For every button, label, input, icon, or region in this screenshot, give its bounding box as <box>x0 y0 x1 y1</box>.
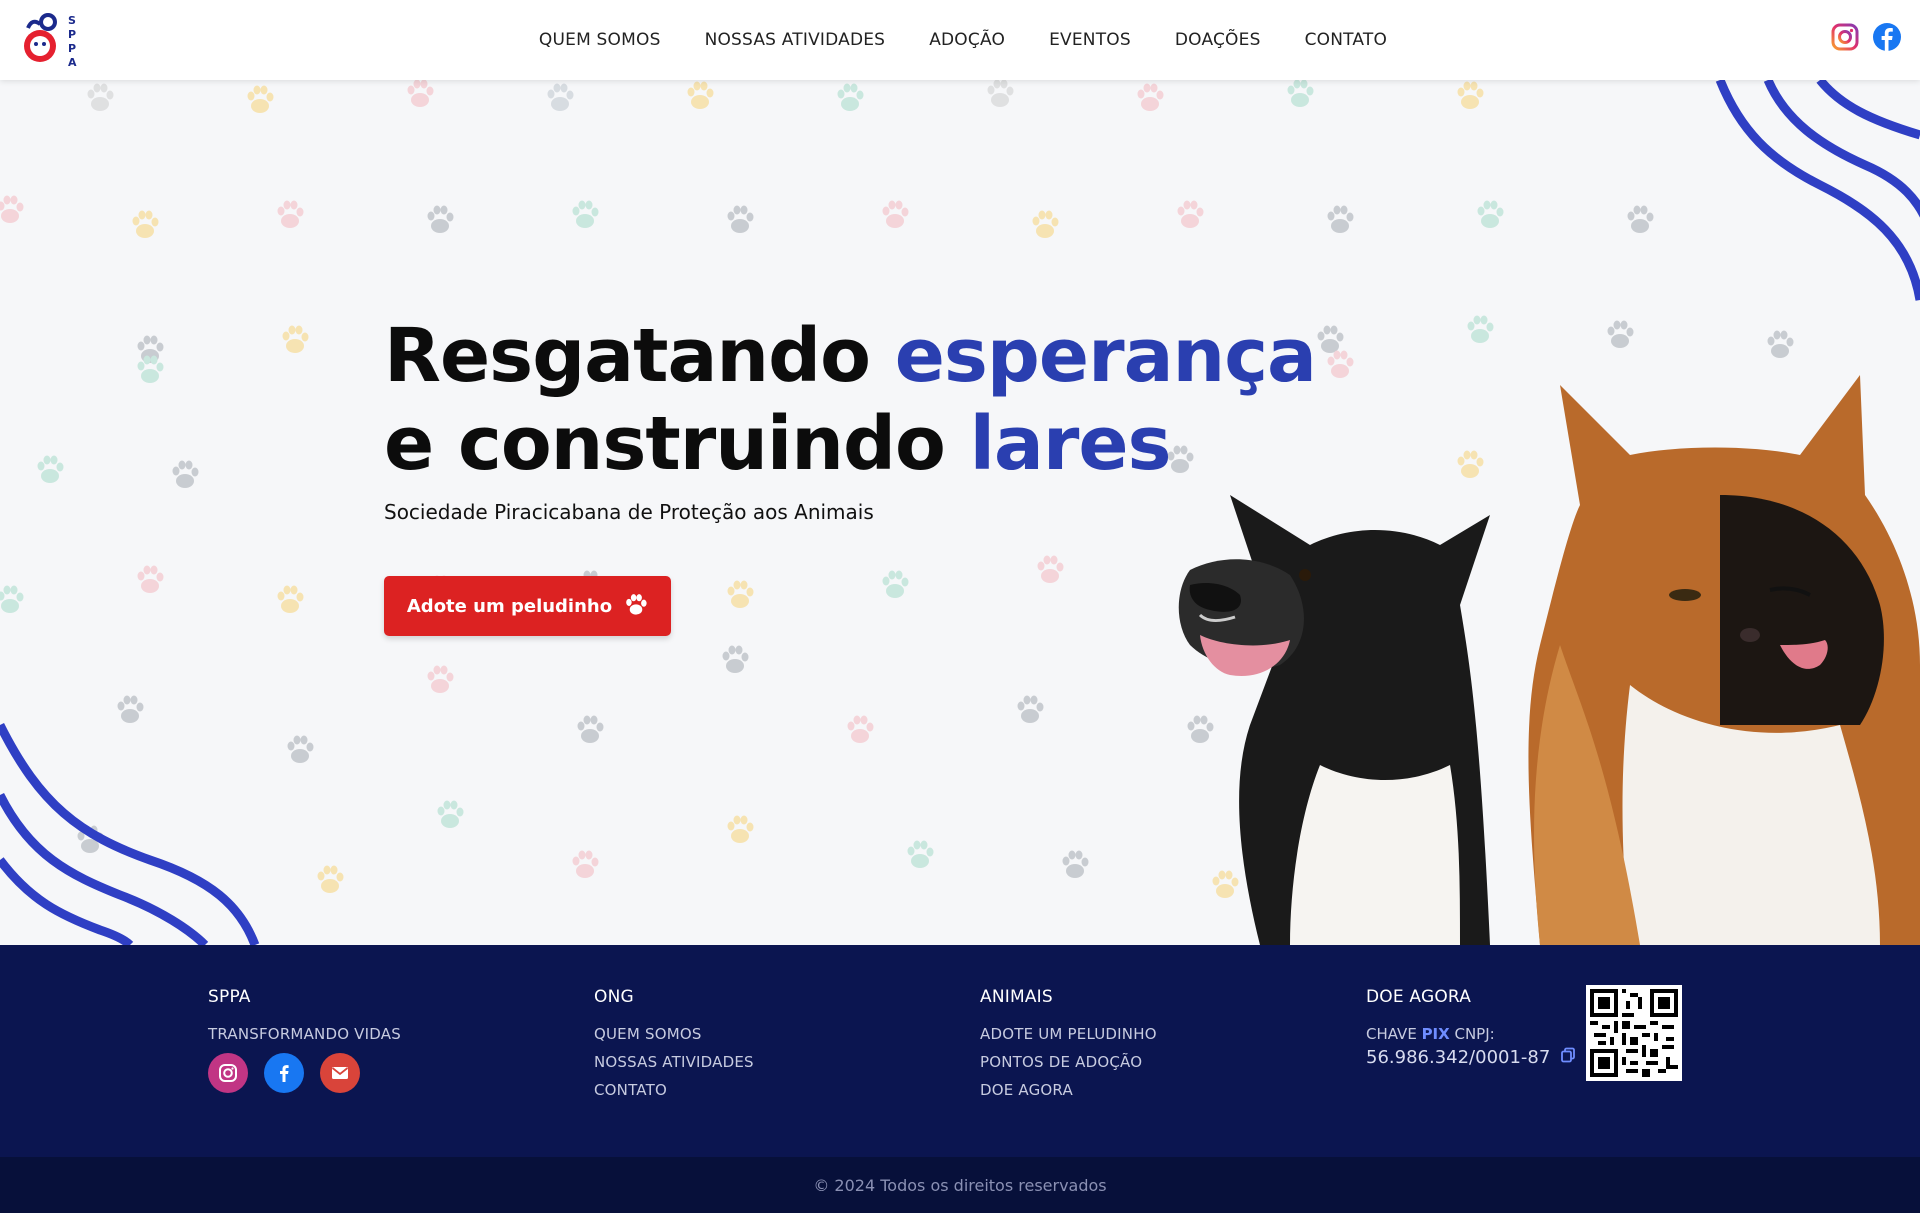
adopt-button-label: Adote um peludinho <box>406 595 613 617</box>
cnpj-row: 56.986.342/0001-87 <box>1366 1047 1576 1068</box>
title-accent-lares: lares <box>969 401 1172 487</box>
copyright-bar: © 2024 Todos os direitos reservados <box>0 1157 1920 1213</box>
nav-adocao[interactable]: ADOÇÃO <box>929 30 1005 50</box>
footer-link-doe-agora[interactable]: DOE AGORA <box>980 1081 1157 1099</box>
nav-quem-somos[interactable]: QUEM SOMOS <box>539 30 661 50</box>
paw-icon <box>624 593 648 620</box>
pix-qr-code <box>1586 985 1682 1081</box>
footer-ong-title: ONG <box>594 987 634 1007</box>
footer-col-sppa: SPPA TRANSFORMANDO VIDAS <box>208 987 401 1093</box>
dog-and-cat-photo <box>1178 375 1920 945</box>
title-part-2: e construindo <box>384 401 970 487</box>
footer-social <box>208 1053 401 1093</box>
footer-doe-title: DOE AGORA <box>1366 987 1472 1007</box>
footer-link-pontos-adocao[interactable]: PONTOS DE ADOÇÃO <box>980 1053 1157 1071</box>
copyright-text: © 2024 Todos os direitos reservados <box>813 1175 1107 1195</box>
site-footer: SPPA TRANSFORMANDO VIDAS ONG QUEM SOMOS … <box>0 945 1920 1157</box>
footer-sppa-title: SPPA <box>208 987 251 1007</box>
site-header: S P P A QUEM SOMOS NOSSAS ATIVIDADES ADO… <box>0 0 1920 80</box>
decorative-wave-bottom-left <box>0 722 260 945</box>
footer-col-ong: ONG QUEM SOMOS NOSSAS ATIVIDADES CONTATO <box>594 987 754 1109</box>
footer-link-adote[interactable]: ADOTE UM PELUDINHO <box>980 1025 1157 1043</box>
hero-subtitle: Sociedade Piracicabana de Proteção aos A… <box>384 500 874 524</box>
nav-contato[interactable]: CONTATO <box>1305 30 1388 50</box>
footer-col-doe: DOE AGORA CHAVE PIX CNPJ: 56.986.342/000… <box>1366 987 1576 1068</box>
footer-col-animais: ANIMAIS ADOTE UM PELUDINHO PONTOS DE ADO… <box>980 987 1157 1109</box>
pix-prefix: CHAVE <box>1366 1025 1422 1043</box>
footer-link-nossas-atividades[interactable]: NOSSAS ATIVIDADES <box>594 1053 754 1071</box>
header-social <box>1830 22 1902 52</box>
instagram-icon[interactable] <box>1830 22 1860 52</box>
cat-illustration <box>1528 375 1920 945</box>
decorative-wave-top-right <box>1715 80 1920 301</box>
copy-icon[interactable] <box>1560 1047 1576 1068</box>
cnpj-value[interactable]: 56.986.342/0001-87 <box>1366 1047 1550 1068</box>
main-nav: QUEM SOMOS NOSSAS ATIVIDADES ADOÇÃO EVEN… <box>0 0 1920 80</box>
pix-key-label: CHAVE PIX CNPJ: <box>1366 1025 1576 1043</box>
title-part-1: Resgatando <box>384 313 895 399</box>
pix-word: PIX <box>1421 1025 1450 1043</box>
footer-link-quem-somos[interactable]: QUEM SOMOS <box>594 1025 754 1043</box>
pix-suffix: CNPJ: <box>1449 1025 1495 1043</box>
dog-illustration <box>1178 495 1490 945</box>
footer-link-contato[interactable]: CONTATO <box>594 1081 754 1099</box>
adopt-button[interactable]: Adote um peludinho <box>384 576 671 636</box>
footer-tagline: TRANSFORMANDO VIDAS <box>208 1025 401 1043</box>
hero-section: Resgatando esperança e construindo lares… <box>0 80 1920 945</box>
facebook-icon[interactable] <box>264 1053 304 1093</box>
nav-eventos[interactable]: EVENTOS <box>1049 30 1131 50</box>
nav-doacoes[interactable]: DOAÇÕES <box>1175 30 1261 50</box>
instagram-icon[interactable] <box>208 1053 248 1093</box>
footer-animais-title: ANIMAIS <box>980 987 1053 1007</box>
email-icon[interactable] <box>320 1053 360 1093</box>
facebook-icon[interactable] <box>1872 22 1902 52</box>
nav-nossas-atividades[interactable]: NOSSAS ATIVIDADES <box>705 30 886 50</box>
